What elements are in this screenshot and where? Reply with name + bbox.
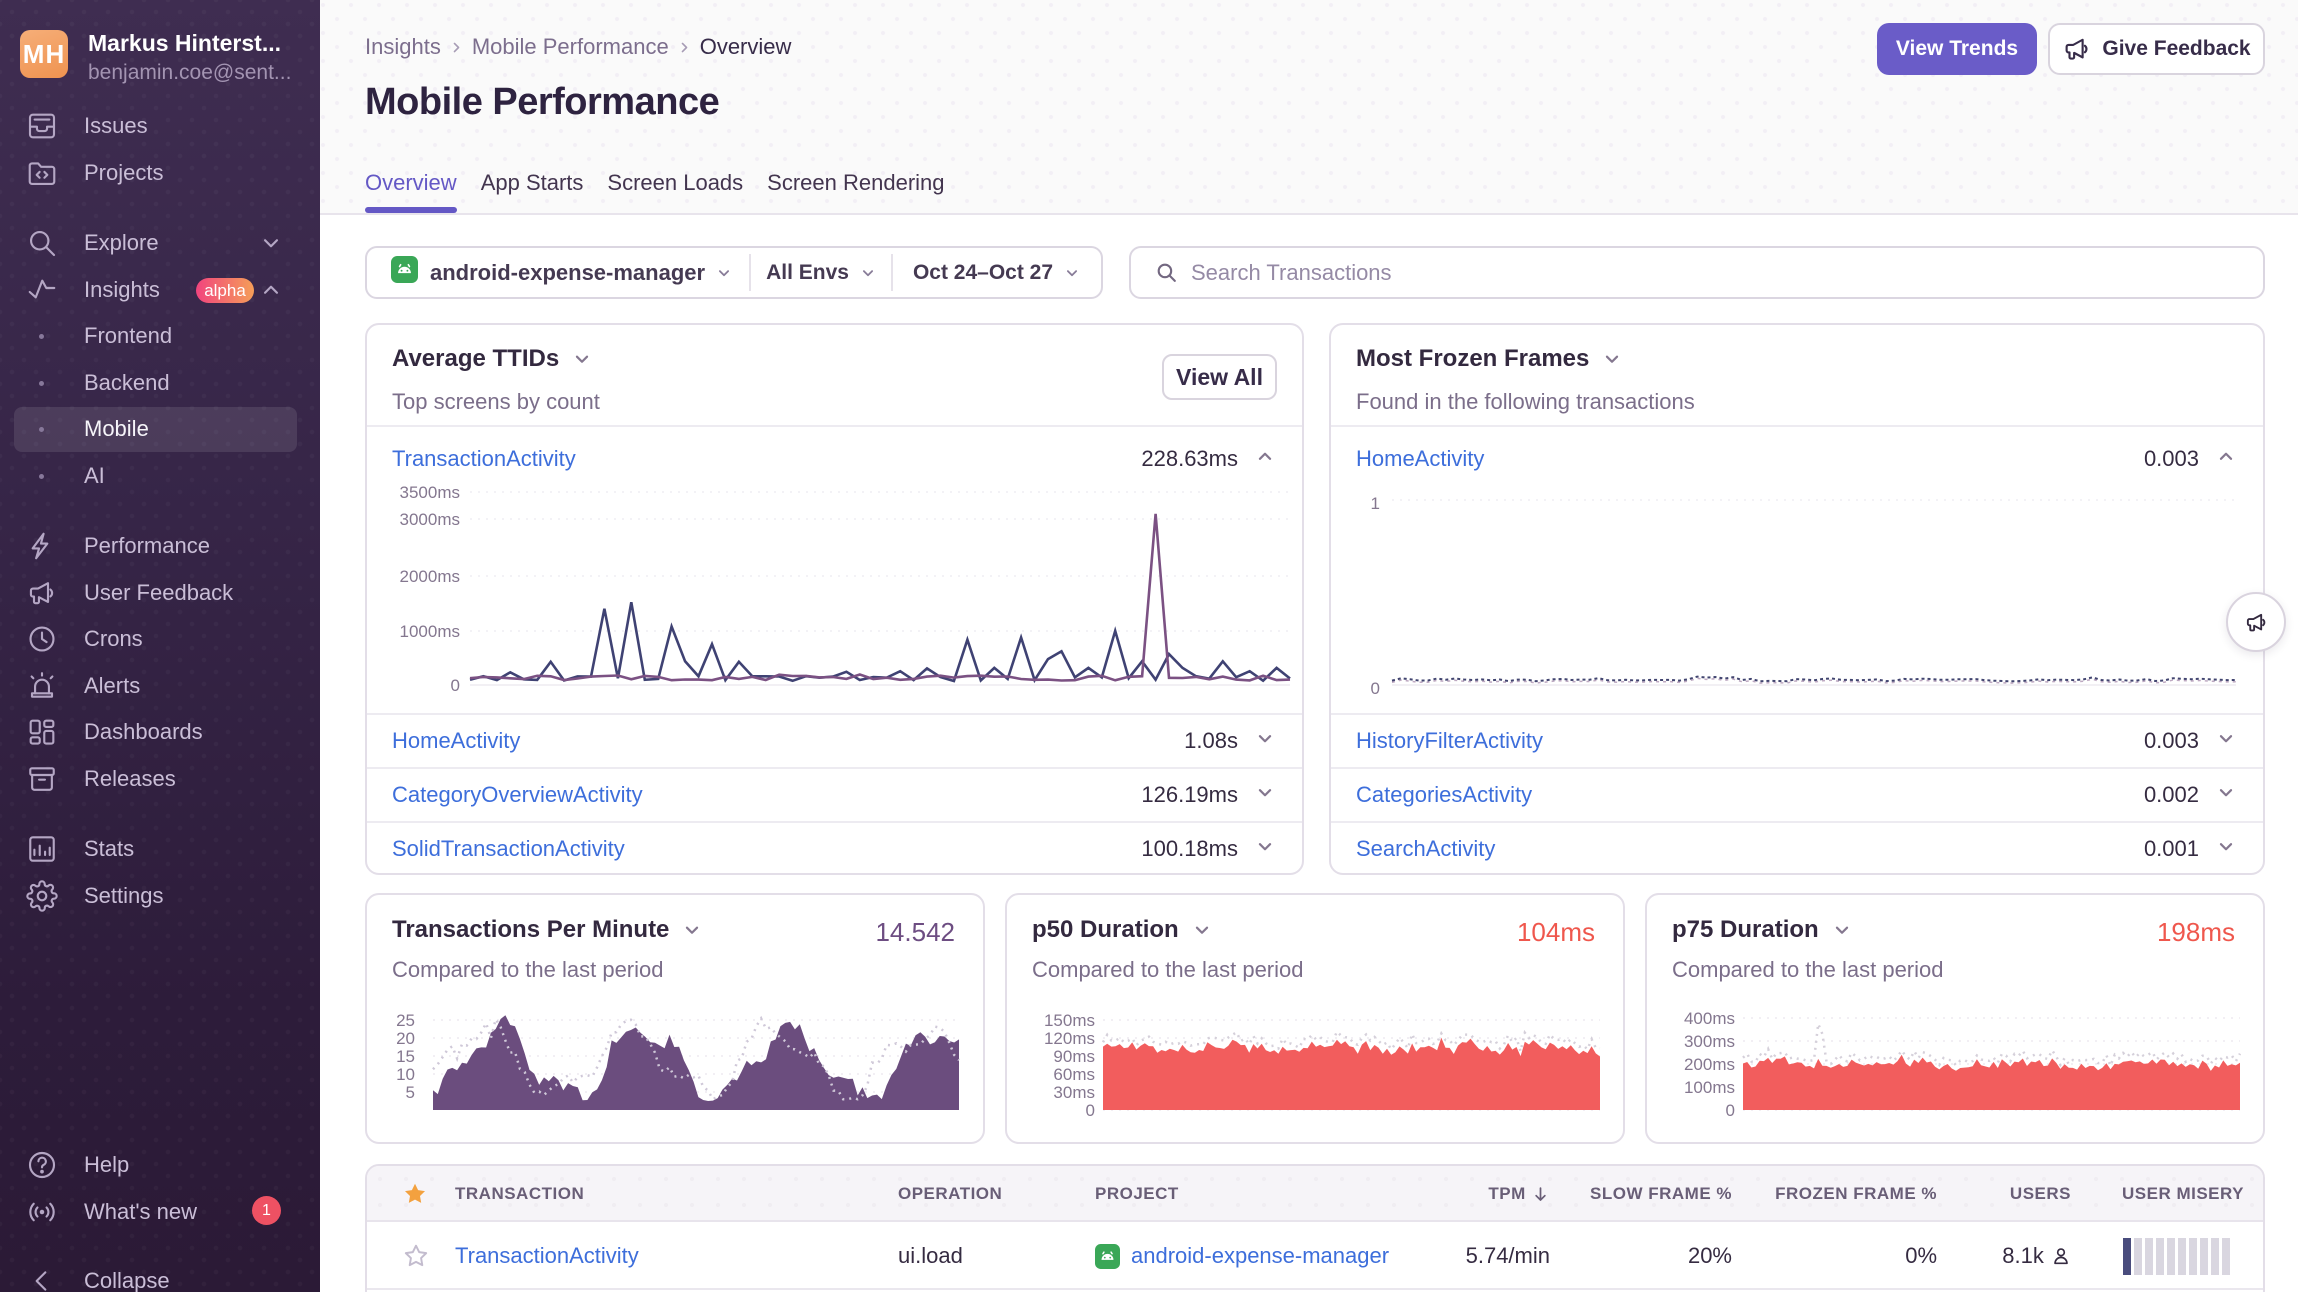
svg-text:300ms: 300ms: [1684, 1032, 1735, 1051]
svg-text:30ms: 30ms: [1053, 1083, 1095, 1102]
svg-text:3500ms: 3500ms: [400, 483, 460, 502]
svg-text:60ms: 60ms: [1053, 1065, 1095, 1084]
svg-text:25: 25: [396, 1011, 415, 1030]
svg-text:10: 10: [396, 1065, 415, 1084]
svg-text:5: 5: [406, 1083, 415, 1102]
svg-text:0: 0: [1371, 679, 1380, 698]
svg-text:120ms: 120ms: [1044, 1029, 1095, 1048]
svg-text:1000ms: 1000ms: [400, 622, 460, 641]
svg-text:2000ms: 2000ms: [400, 567, 460, 586]
svg-text:1: 1: [1371, 494, 1380, 513]
svg-text:15: 15: [396, 1047, 415, 1066]
svg-text:0: 0: [451, 676, 460, 695]
svg-text:0: 0: [1086, 1101, 1095, 1120]
svg-text:0: 0: [1726, 1101, 1735, 1120]
svg-text:150ms: 150ms: [1044, 1011, 1095, 1030]
svg-text:3000ms: 3000ms: [400, 510, 460, 529]
svg-text:20: 20: [396, 1029, 415, 1048]
svg-text:200ms: 200ms: [1684, 1055, 1735, 1074]
svg-text:100ms: 100ms: [1684, 1078, 1735, 1097]
svg-text:90ms: 90ms: [1053, 1047, 1095, 1066]
svg-text:400ms: 400ms: [1684, 1009, 1735, 1028]
